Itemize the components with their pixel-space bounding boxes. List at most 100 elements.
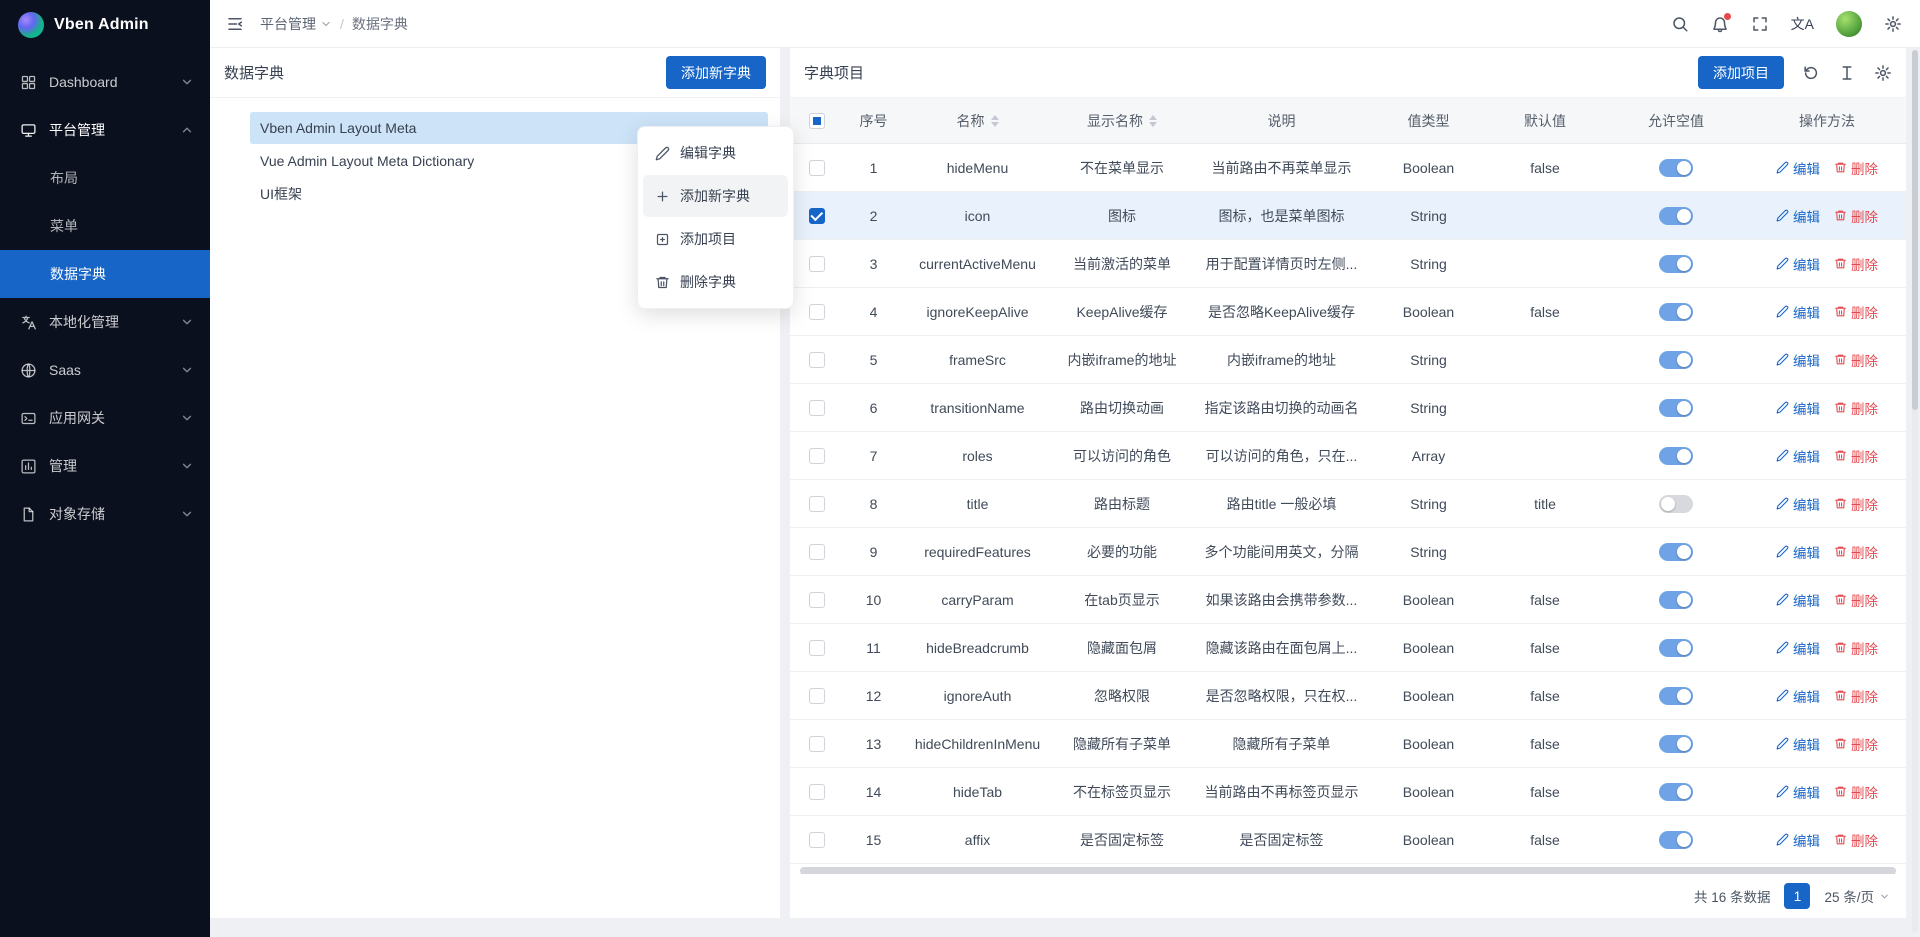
context-menu-item-add-item[interactable]: 添加项目 <box>643 218 788 260</box>
sidebar-item-object-storage[interactable]: 对象存储 <box>0 490 210 538</box>
logo[interactable]: Vben Admin <box>0 0 210 50</box>
column-settings-gear-icon[interactable] <box>1874 64 1892 82</box>
allow-null-toggle[interactable] <box>1659 735 1693 753</box>
row-checkbox[interactable] <box>809 160 825 176</box>
row-checkbox[interactable] <box>809 736 825 752</box>
delete-link[interactable]: 删除 <box>1834 302 1878 322</box>
context-menu-item-delete-dictionary[interactable]: 删除字典 <box>643 261 788 303</box>
edit-link[interactable]: 编辑 <box>1776 494 1820 514</box>
vertical-scrollbar-thumb[interactable] <box>1912 50 1918 410</box>
row-checkbox[interactable] <box>809 640 825 656</box>
chevron-up-icon <box>180 123 194 137</box>
allow-null-toggle[interactable] <box>1659 495 1693 513</box>
sidebar-item-dashboard[interactable]: Dashboard <box>0 58 210 106</box>
delete-link[interactable]: 删除 <box>1834 398 1878 418</box>
edit-link[interactable]: 编辑 <box>1776 734 1820 754</box>
select-all-checkbox[interactable] <box>809 113 825 129</box>
page-size-select[interactable]: 25 条/页 <box>1824 886 1890 906</box>
allow-null-toggle[interactable] <box>1659 255 1693 273</box>
vertical-scrollbar[interactable] <box>1912 50 1918 933</box>
allow-null-toggle[interactable] <box>1659 639 1693 657</box>
edit-link[interactable]: 编辑 <box>1776 446 1820 466</box>
delete-link[interactable]: 删除 <box>1834 158 1878 178</box>
fullscreen-icon[interactable] <box>1751 15 1769 33</box>
sidebar-item-saas[interactable]: Saas <box>0 346 210 394</box>
settings-gear-icon[interactable] <box>1884 15 1902 33</box>
sidebar-item-menu[interactable]: 菜单 <box>0 202 210 250</box>
edit-link[interactable]: 编辑 <box>1776 638 1820 658</box>
sidebar-item-platform[interactable]: 平台管理 <box>0 106 210 154</box>
row-checkbox[interactable] <box>809 784 825 800</box>
add-item-button[interactable]: 添加项目 <box>1698 56 1784 89</box>
sidebar-item-management[interactable]: 管理 <box>0 442 210 490</box>
delete-link[interactable]: 删除 <box>1834 542 1878 562</box>
delete-link[interactable]: 删除 <box>1834 638 1878 658</box>
sidebar-item-localization[interactable]: 本地化管理 <box>0 298 210 346</box>
pagination-page-button[interactable]: 1 <box>1784 883 1810 909</box>
edit-link[interactable]: 编辑 <box>1776 782 1820 802</box>
horizontal-scrollbar[interactable] <box>800 867 1896 874</box>
row-checkbox[interactable] <box>809 400 825 416</box>
delete-link[interactable]: 删除 <box>1834 494 1878 514</box>
sort-icon[interactable] <box>991 115 999 127</box>
allow-null-toggle[interactable] <box>1659 159 1693 177</box>
edit-link[interactable]: 编辑 <box>1776 254 1820 274</box>
delete-link[interactable]: 删除 <box>1834 446 1878 466</box>
row-checkbox[interactable] <box>809 208 825 224</box>
notification-bell-icon[interactable] <box>1711 15 1729 33</box>
edit-link[interactable]: 编辑 <box>1776 398 1820 418</box>
sort-icon[interactable] <box>1149 115 1157 127</box>
column-header[interactable]: 显示名称 <box>1052 98 1192 143</box>
allow-null-toggle[interactable] <box>1659 687 1693 705</box>
allow-null-toggle[interactable] <box>1659 543 1693 561</box>
context-menu-item-add-dictionary[interactable]: 添加新字典 <box>643 175 788 217</box>
delete-link[interactable]: 删除 <box>1834 734 1878 754</box>
language-icon[interactable]: 文A <box>1791 14 1814 34</box>
edit-link[interactable]: 编辑 <box>1776 350 1820 370</box>
edit-link[interactable]: 编辑 <box>1776 830 1820 850</box>
column-header-select[interactable] <box>790 98 844 143</box>
row-checkbox[interactable] <box>809 256 825 272</box>
delete-link[interactable]: 删除 <box>1834 254 1878 274</box>
row-checkbox[interactable] <box>809 304 825 320</box>
allow-null-toggle[interactable] <box>1659 783 1693 801</box>
row-checkbox[interactable] <box>809 496 825 512</box>
delete-link[interactable]: 删除 <box>1834 206 1878 226</box>
edit-link[interactable]: 编辑 <box>1776 590 1820 610</box>
column-header[interactable]: 名称 <box>903 98 1052 143</box>
allow-null-toggle[interactable] <box>1659 399 1693 417</box>
edit-link[interactable]: 编辑 <box>1776 206 1820 226</box>
search-icon[interactable] <box>1671 15 1689 33</box>
breadcrumb-root[interactable]: 平台管理 <box>260 14 332 34</box>
row-checkbox[interactable] <box>809 832 825 848</box>
row-checkbox[interactable] <box>809 592 825 608</box>
sidebar-item-layout[interactable]: 布局 <box>0 154 210 202</box>
allow-null-toggle[interactable] <box>1659 351 1693 369</box>
delete-link[interactable]: 删除 <box>1834 830 1878 850</box>
row-height-icon[interactable] <box>1838 64 1856 82</box>
allow-null-toggle[interactable] <box>1659 207 1693 225</box>
allow-null-toggle[interactable] <box>1659 303 1693 321</box>
allow-null-toggle[interactable] <box>1659 591 1693 609</box>
delete-link[interactable]: 删除 <box>1834 350 1878 370</box>
edit-link[interactable]: 编辑 <box>1776 302 1820 322</box>
sidebar-item-gateway[interactable]: 应用网关 <box>0 394 210 442</box>
edit-link[interactable]: 编辑 <box>1776 686 1820 706</box>
delete-link[interactable]: 删除 <box>1834 686 1878 706</box>
row-checkbox[interactable] <box>809 352 825 368</box>
sidebar-collapse-icon[interactable] <box>226 15 244 33</box>
refresh-icon[interactable] <box>1802 64 1820 82</box>
avatar[interactable] <box>1836 11 1862 37</box>
add-dictionary-button[interactable]: 添加新字典 <box>666 56 766 89</box>
edit-link[interactable]: 编辑 <box>1776 158 1820 178</box>
delete-link[interactable]: 删除 <box>1834 590 1878 610</box>
sidebar-item-data-dictionary[interactable]: 数据字典 <box>0 250 210 298</box>
row-checkbox[interactable] <box>809 544 825 560</box>
row-checkbox[interactable] <box>809 688 825 704</box>
context-menu-item-edit-dictionary[interactable]: 编辑字典 <box>643 132 788 174</box>
allow-null-toggle[interactable] <box>1659 447 1693 465</box>
allow-null-toggle[interactable] <box>1659 831 1693 849</box>
edit-link[interactable]: 编辑 <box>1776 542 1820 562</box>
row-checkbox[interactable] <box>809 448 825 464</box>
delete-link[interactable]: 删除 <box>1834 782 1878 802</box>
